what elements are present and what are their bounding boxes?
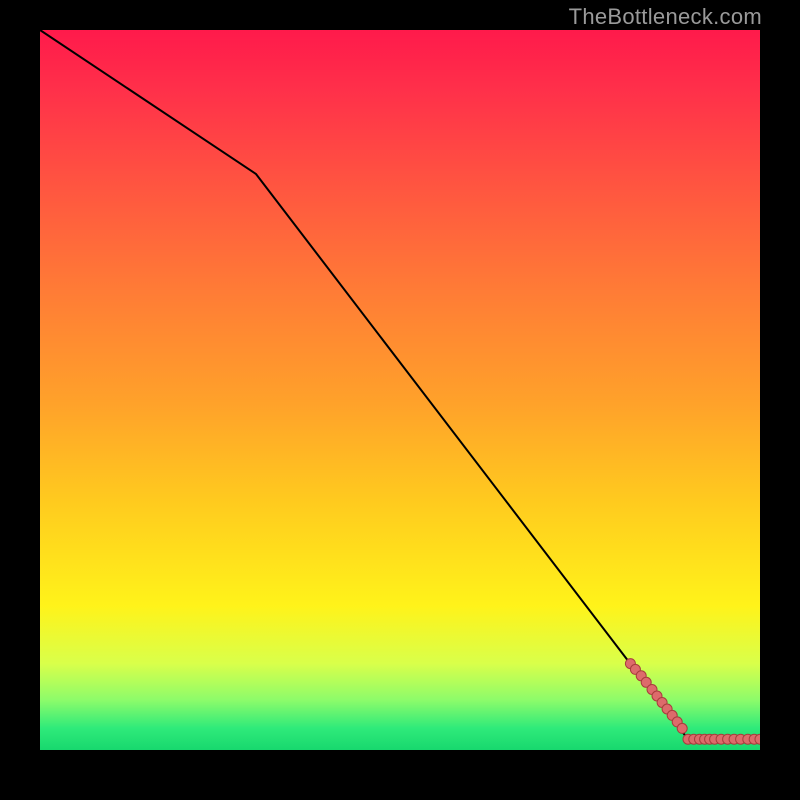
watermark-text: TheBottleneck.com [569, 4, 762, 30]
data-point [677, 723, 687, 733]
scatter-group [625, 659, 760, 745]
chart-stage: TheBottleneck.com [0, 0, 800, 800]
chart-svg [40, 30, 760, 750]
bottleneck-curve [40, 30, 760, 739]
plot-area [40, 30, 760, 750]
